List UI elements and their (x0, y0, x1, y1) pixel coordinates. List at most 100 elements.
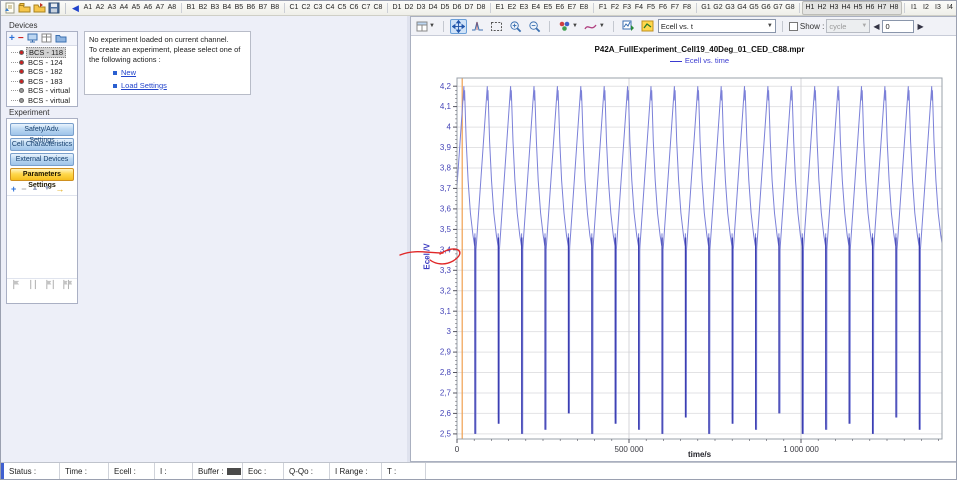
channel-button-A1[interactable]: A1 (82, 2, 94, 14)
copy-graph-icon[interactable] (620, 19, 637, 34)
pan-tool-icon[interactable] (450, 19, 467, 34)
channel-button-A4[interactable]: A4 (118, 2, 130, 14)
parameters-list[interactable] (7, 196, 77, 278)
channel-button-B3[interactable]: B3 (209, 2, 221, 14)
channel-button-H1[interactable]: H1 (804, 2, 816, 14)
experiment-button-external-devices[interactable]: External Devices (10, 153, 74, 166)
channel-button-G8[interactable]: G8 (784, 2, 796, 14)
channel-button-C5[interactable]: C5 (336, 2, 348, 14)
channel-button-C7[interactable]: C7 (360, 2, 372, 14)
cycle-prev-arrow[interactable]: ◀ (872, 22, 880, 31)
zoom-box-icon[interactable] (488, 19, 505, 34)
go-to-step-icon[interactable]: → (55, 184, 64, 194)
new-experiment-link[interactable]: New (121, 68, 136, 78)
device-tree-item[interactable]: BCS - virtual (11, 86, 77, 96)
channel-button-H6[interactable]: H6 (864, 2, 876, 14)
channel-button-H4[interactable]: H4 (840, 2, 852, 14)
channel-button-G1[interactable]: G1 (700, 2, 712, 14)
device-tree-item[interactable]: BCS - 183 (11, 77, 77, 87)
cycle-next-arrow[interactable]: ▶ (916, 22, 924, 31)
channel-button-D7[interactable]: D7 (463, 2, 475, 14)
channel-button-F7[interactable]: F7 (669, 2, 681, 14)
channel-button-A3[interactable]: A3 (106, 2, 118, 14)
add-step-icon[interactable]: + (11, 184, 16, 194)
channel-button-I2[interactable]: I2 (920, 2, 932, 14)
prev-channels-arrow[interactable]: ◀ (70, 2, 81, 15)
channel-button-B8[interactable]: B8 (269, 2, 281, 14)
graph-properties-icon[interactable] (639, 19, 656, 34)
device-tree-item[interactable]: BCS - 118 (11, 48, 77, 58)
channel-button-E2[interactable]: E2 (506, 2, 518, 14)
channel-button-E5[interactable]: E5 (542, 2, 554, 14)
channel-button-B7[interactable]: B7 (257, 2, 269, 14)
cycle-number-input[interactable]: 0 (882, 20, 914, 33)
channel-button-G6[interactable]: G6 (760, 2, 772, 14)
device-folder-icon[interactable] (55, 30, 67, 48)
channel-button-H3[interactable]: H3 (828, 2, 840, 14)
channel-button-A7[interactable]: A7 (154, 2, 166, 14)
graph-layout-icon[interactable]: ▼ (414, 19, 437, 34)
channel-button-C8[interactable]: C8 (372, 2, 384, 14)
channel-button-F5[interactable]: F5 (645, 2, 657, 14)
remove-step-icon[interactable]: − (21, 184, 26, 194)
channel-button-B5[interactable]: B5 (233, 2, 245, 14)
channel-button-D5[interactable]: D5 (439, 2, 451, 14)
view-selector[interactable]: Ecell vs. t▼ (658, 19, 776, 33)
channel-button-D3[interactable]: D3 (415, 2, 427, 14)
channel-button-A8[interactable]: A8 (166, 2, 178, 14)
channel-button-C3[interactable]: C3 (312, 2, 324, 14)
channel-button-D4[interactable]: D4 (427, 2, 439, 14)
move-down-icon[interactable]: ▼ (43, 184, 50, 194)
channel-button-B6[interactable]: B6 (245, 2, 257, 14)
channel-button-C6[interactable]: C6 (348, 2, 360, 14)
channel-button-C4[interactable]: C4 (324, 2, 336, 14)
channel-button-F8[interactable]: F8 (681, 2, 693, 14)
channel-button-A2[interactable]: A2 (94, 2, 106, 14)
device-monitor-icon[interactable] (27, 30, 38, 48)
channel-button-D2[interactable]: D2 (403, 2, 415, 14)
channel-button-G7[interactable]: G7 (772, 2, 784, 14)
experiment-button-parameters-settings[interactable]: Parameters Settings (10, 168, 74, 181)
channel-button-G2[interactable]: G2 (712, 2, 724, 14)
device-tree-item[interactable]: BCS - 124 (11, 58, 77, 68)
channel-button-E4[interactable]: E4 (530, 2, 542, 14)
export-folder-icon[interactable] (33, 2, 46, 15)
channel-button-G3[interactable]: G3 (724, 2, 736, 14)
channel-button-E3[interactable]: E3 (518, 2, 530, 14)
device-table-icon[interactable] (41, 30, 52, 48)
channel-button-F4[interactable]: F4 (633, 2, 645, 14)
channel-button-H2[interactable]: H2 (816, 2, 828, 14)
channel-button-B4[interactable]: B4 (221, 2, 233, 14)
import-icon[interactable] (4, 2, 16, 15)
save-icon[interactable] (48, 2, 60, 15)
channel-button-H7[interactable]: H7 (876, 2, 888, 14)
zoom-in-icon[interactable] (507, 19, 524, 34)
channel-button-B2[interactable]: B2 (197, 2, 209, 14)
channel-button-G4[interactable]: G4 (736, 2, 748, 14)
channel-button-I3[interactable]: I3 (932, 2, 944, 14)
channel-button-C1[interactable]: C1 (288, 2, 300, 14)
channel-button-E8[interactable]: E8 (578, 2, 590, 14)
channel-button-E7[interactable]: E7 (566, 2, 578, 14)
channel-button-I1[interactable]: I1 (908, 2, 920, 14)
channel-button-F3[interactable]: F3 (621, 2, 633, 14)
channel-button-D1[interactable]: D1 (391, 2, 403, 14)
experiment-button-safety-adv-settings[interactable]: Safety/Adv. Settings (10, 123, 74, 136)
channel-button-D6[interactable]: D6 (451, 2, 463, 14)
channel-button-D8[interactable]: D8 (475, 2, 487, 14)
channel-button-H8[interactable]: H8 (888, 2, 900, 14)
channel-button-F6[interactable]: F6 (657, 2, 669, 14)
remove-device-icon[interactable]: − (18, 34, 24, 44)
channel-button-A6[interactable]: A6 (142, 2, 154, 14)
zoom-out-icon[interactable] (526, 19, 543, 34)
channel-button-E1[interactable]: E1 (494, 2, 506, 14)
smoothing-tool-icon[interactable]: ▼ (582, 19, 607, 34)
zoom-data-icon[interactable] (469, 19, 486, 34)
experiment-button-cell-characteristics[interactable]: Cell Characteristics (10, 138, 74, 151)
channel-button-E6[interactable]: E6 (554, 2, 566, 14)
channel-button-B1[interactable]: B1 (185, 2, 197, 14)
show-cycle-checkbox[interactable] (789, 22, 798, 31)
open-folder-icon[interactable] (18, 2, 31, 15)
load-settings-link[interactable]: Load Settings (121, 81, 167, 91)
channel-button-F2[interactable]: F2 (609, 2, 621, 14)
